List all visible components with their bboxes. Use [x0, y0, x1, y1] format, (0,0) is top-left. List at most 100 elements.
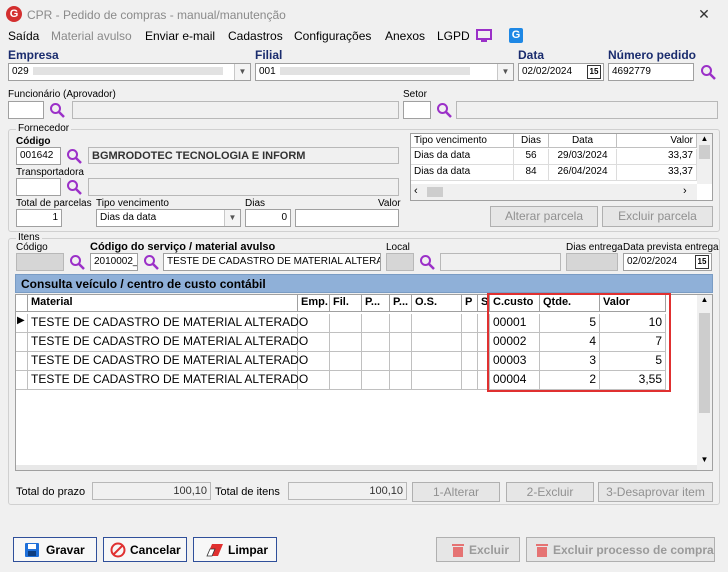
table-cell[interactable]: [412, 314, 462, 333]
table-cell[interactable]: [390, 314, 412, 333]
dias-entrega-field[interactable]: [566, 253, 618, 271]
table-cell[interactable]: [390, 371, 412, 390]
search-icon[interactable]: [143, 254, 159, 270]
scroll-thumb[interactable]: [699, 145, 710, 159]
servico-code-field[interactable]: 2010002_: [90, 253, 138, 271]
parcela-cell[interactable]: 33,37: [617, 149, 697, 165]
table-cell[interactable]: [390, 333, 412, 352]
data-prevista-field[interactable]: 02/02/2024 15: [623, 253, 712, 271]
gravar-button[interactable]: Gravar: [13, 537, 97, 562]
table-cell[interactable]: [298, 333, 330, 352]
parcelas-vscrollbar[interactable]: ▲: [697, 134, 712, 184]
menu-lgpd[interactable]: LGPD: [437, 28, 470, 44]
table-row-material[interactable]: TESTE DE CADASTRO DE MATERIAL ALTERADO: [28, 314, 308, 333]
scroll-up-icon[interactable]: ▲: [697, 134, 712, 143]
local-code-field[interactable]: [386, 253, 414, 271]
fornecedor-codigo-field[interactable]: 001642: [16, 147, 61, 165]
search-icon[interactable]: [700, 64, 716, 80]
table-cell[interactable]: [412, 371, 462, 390]
table-cell[interactable]: [362, 352, 390, 371]
itens-codigo-field[interactable]: [16, 253, 64, 271]
filial-field[interactable]: 001 ▼: [255, 63, 514, 81]
alterar-parcela-button[interactable]: Alterar parcela: [490, 206, 598, 227]
search-icon[interactable]: [49, 102, 65, 118]
monitor-icon[interactable]: [476, 29, 492, 43]
table-cell[interactable]: [462, 352, 478, 371]
parcela-cell[interactable]: 26/04/2024: [549, 165, 617, 181]
close-button[interactable]: ✕: [688, 5, 720, 23]
table-cell[interactable]: [362, 314, 390, 333]
cancelar-button[interactable]: Cancelar: [103, 537, 187, 562]
funcionario-code-field[interactable]: [8, 101, 44, 119]
table-cell[interactable]: [330, 371, 362, 390]
menu-configuracoes[interactable]: Configurações: [294, 28, 371, 44]
calendar-icon[interactable]: 15: [587, 65, 601, 79]
table-cell[interactable]: [298, 371, 330, 390]
scroll-up-icon[interactable]: ▲: [697, 295, 712, 307]
parcela-cell[interactable]: 33,37: [617, 165, 697, 181]
table-row-material[interactable]: TESTE DE CADASTRO DE MATERIAL ALTERADO: [28, 352, 308, 371]
scroll-thumb[interactable]: [427, 187, 443, 197]
grid-header-material[interactable]: Material: [28, 295, 298, 312]
parcela-cell[interactable]: Dias da data: [411, 165, 514, 181]
table-cell[interactable]: [330, 352, 362, 371]
desaprovar-item-button[interactable]: 3-Desaprovar item: [598, 482, 713, 502]
table-cell[interactable]: [330, 314, 362, 333]
excluir-parcela-button[interactable]: Excluir parcela: [602, 206, 713, 227]
limpar-button[interactable]: Limpar: [193, 537, 277, 562]
table-cell[interactable]: [362, 333, 390, 352]
grid-header-emp[interactable]: Emp.: [298, 295, 330, 312]
grid-header-p1[interactable]: P...: [362, 295, 390, 312]
menu-anexos[interactable]: Anexos: [385, 28, 425, 44]
grid-hscrollbar[interactable]: [16, 465, 697, 470]
chevron-down-icon[interactable]: ▼: [234, 64, 250, 80]
transportadora-code-field[interactable]: [16, 178, 61, 196]
table-row-material[interactable]: TESTE DE CADASTRO DE MATERIAL ALTERADO: [28, 333, 308, 352]
search-icon[interactable]: [436, 102, 452, 118]
setor-code-field[interactable]: [403, 101, 431, 119]
scroll-left-icon[interactable]: ‹: [414, 185, 418, 197]
parcela-cell[interactable]: 29/03/2024: [549, 149, 617, 165]
dias-field[interactable]: 0: [245, 209, 291, 227]
parcela-cell[interactable]: Dias da data: [411, 149, 514, 165]
table-cell[interactable]: [390, 352, 412, 371]
search-icon[interactable]: [419, 254, 435, 270]
grid-header-p2[interactable]: P...: [390, 295, 412, 312]
parcela-cell[interactable]: 84: [514, 165, 549, 181]
grid-header-os[interactable]: O.S.: [412, 295, 462, 312]
search-icon[interactable]: [66, 179, 82, 195]
data-field[interactable]: 02/02/2024 15: [518, 63, 604, 81]
table-cell[interactable]: [298, 314, 330, 333]
search-icon[interactable]: [66, 148, 82, 164]
table-row-material[interactable]: TESTE DE CADASTRO DE MATERIAL ALTERADO: [28, 371, 308, 390]
table-cell[interactable]: [362, 371, 390, 390]
table-cell[interactable]: [462, 314, 478, 333]
menu-cadastros[interactable]: Cadastros: [228, 28, 283, 44]
chevron-down-icon[interactable]: ▼: [497, 64, 513, 80]
consulta-bar[interactable]: Consulta veículo / centro de custo contá…: [15, 274, 713, 293]
parcela-cell[interactable]: 56: [514, 149, 549, 165]
table-cell[interactable]: [412, 333, 462, 352]
g-app-icon[interactable]: G: [509, 28, 523, 43]
excluir-processo-button[interactable]: Excluir processo de compra: [526, 537, 715, 562]
search-icon[interactable]: [69, 254, 85, 270]
table-cell[interactable]: [298, 352, 330, 371]
calendar-icon[interactable]: 15: [695, 255, 709, 269]
parcelas-hscrollbar[interactable]: ‹ ›: [411, 184, 697, 200]
scroll-down-icon[interactable]: ▼: [697, 455, 712, 464]
menu-saida[interactable]: Saída: [8, 28, 39, 44]
scroll-right-icon[interactable]: ›: [683, 185, 687, 197]
table-cell[interactable]: [462, 333, 478, 352]
excluir-button[interactable]: Excluir: [436, 537, 520, 562]
chevron-down-icon[interactable]: ▼: [224, 210, 240, 226]
empresa-field[interactable]: 029 ▼: [8, 63, 251, 81]
alterar-item-button[interactable]: 1-Alterar: [412, 482, 500, 502]
table-cell[interactable]: [330, 333, 362, 352]
table-cell[interactable]: [462, 371, 478, 390]
total-parcelas-field[interactable]: 1: [16, 209, 62, 227]
numero-pedido-field[interactable]: 4692779: [608, 63, 694, 81]
excluir-item-button[interactable]: 2-Excluir: [506, 482, 594, 502]
tipo-vencimento-select[interactable]: Dias da data ▼: [96, 209, 241, 227]
grid-vscrollbar[interactable]: ▲ ▼: [697, 295, 712, 470]
menu-enviar-email[interactable]: Enviar e-mail: [145, 28, 215, 44]
